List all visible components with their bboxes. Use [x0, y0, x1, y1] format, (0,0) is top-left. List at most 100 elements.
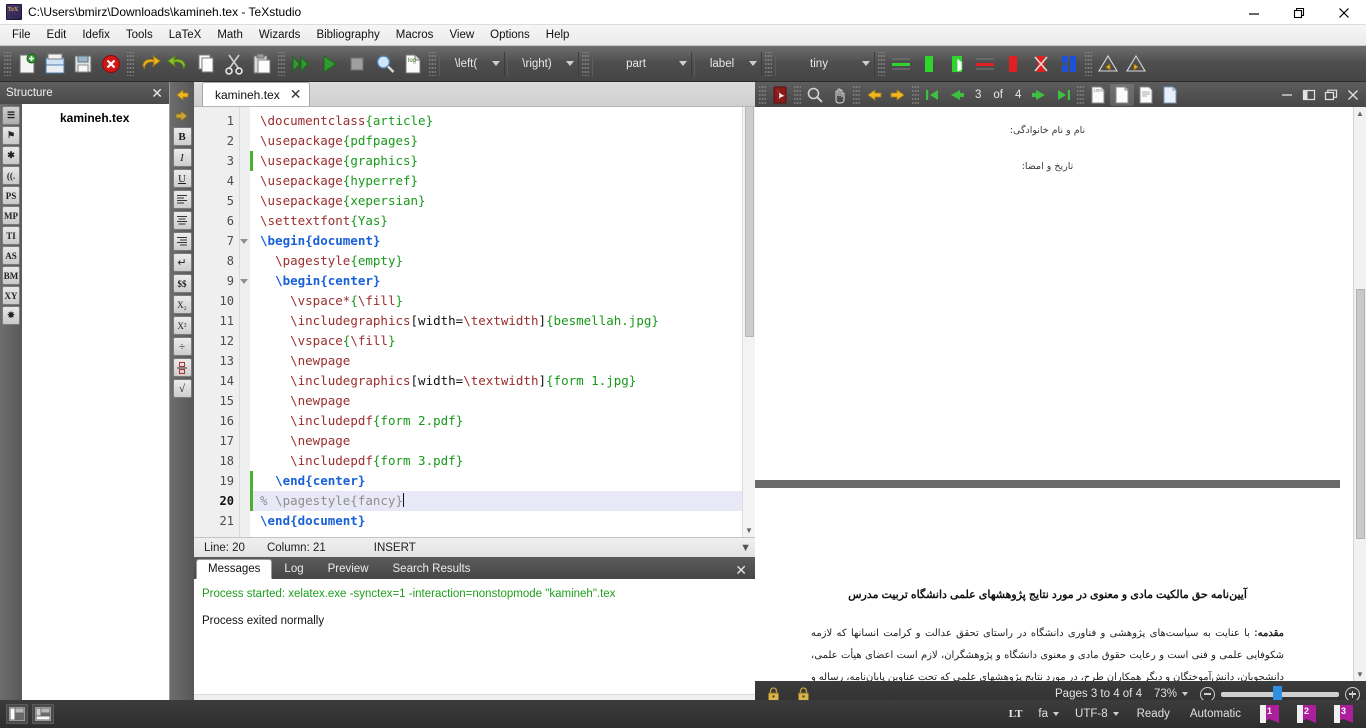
menu-file[interactable]: File: [4, 26, 39, 45]
minimize-button[interactable]: [1231, 0, 1276, 25]
preview-icon[interactable]: [371, 49, 399, 79]
messages-output[interactable]: Process started: xelatex.exe -synctex=1 …: [194, 579, 755, 707]
last-page-icon[interactable]: [1051, 84, 1075, 106]
fold-toggle-icon[interactable]: [240, 231, 250, 251]
rail-brackets-icon[interactable]: ((.: [2, 166, 20, 185]
scroll-up-arrow[interactable]: ▲: [1356, 107, 1364, 118]
remove-highlight-icon[interactable]: [1027, 49, 1055, 79]
chevron-down-icon[interactable]: ▼: [740, 542, 755, 554]
highlight-red-block-icon[interactable]: [999, 49, 1027, 79]
close-icon[interactable]: ✕: [727, 562, 755, 579]
close-icon[interactable]: ✕: [290, 86, 302, 103]
previous-change-icon[interactable]: [1094, 49, 1122, 79]
paste-icon[interactable]: [248, 49, 276, 79]
highlight-red-line-icon[interactable]: [971, 49, 999, 79]
menu-edit[interactable]: Edit: [39, 26, 75, 45]
menu-help[interactable]: Help: [538, 26, 578, 45]
pdf-logo-icon[interactable]: [768, 84, 792, 106]
fold-toggle-icon[interactable]: [240, 271, 250, 291]
pdf-close-button[interactable]: [1342, 84, 1364, 106]
hand-tool-icon[interactable]: [827, 84, 851, 106]
code-line[interactable]: \vspace*{\fill}: [250, 291, 742, 311]
scroll-thumb[interactable]: [1355, 289, 1365, 539]
code-lines[interactable]: \documentclass{article} \usepackage{pdfpa…: [250, 107, 742, 537]
rail-bookmarks-icon[interactable]: ⚑: [2, 126, 20, 145]
editor-tab-kamineh[interactable]: kamineh.tex ✕: [202, 82, 311, 106]
code-line[interactable]: \documentclass{article}: [250, 111, 742, 131]
scroll-down-arrow[interactable]: ▼: [745, 526, 753, 537]
code-line[interactable]: \vspace{\fill}: [250, 331, 742, 351]
code-line[interactable]: \begin{document}: [250, 231, 742, 251]
code-line[interactable]: \end{document}: [250, 511, 742, 531]
language-combo[interactable]: fa: [1032, 708, 1065, 720]
right-delimiter-combo[interactable]: \right): [507, 51, 579, 76]
single-page-icon[interactable]: [1134, 84, 1158, 106]
rail-ti-icon[interactable]: TI: [2, 226, 20, 245]
pdf-minimize-button[interactable]: [1276, 84, 1298, 106]
menu-macros[interactable]: Macros: [388, 26, 442, 45]
menu-wizards[interactable]: Wizards: [251, 26, 309, 45]
open-document-icon[interactable]: [41, 49, 69, 79]
code-line[interactable]: % \pagestyle{fancy}: [250, 491, 742, 511]
maximize-button[interactable]: [1276, 0, 1321, 25]
align-left-button[interactable]: [172, 190, 192, 209]
rail-structure-icon[interactable]: ☰: [2, 106, 20, 125]
menu-options[interactable]: Options: [482, 26, 538, 45]
underline-button[interactable]: U: [172, 169, 192, 188]
superscript-button[interactable]: X²: [172, 316, 192, 335]
save-document-icon[interactable]: [69, 49, 97, 79]
new-document-icon[interactable]: [13, 49, 41, 79]
log-icon[interactable]: log: [399, 49, 427, 79]
code-line[interactable]: \includepdf{form 2.pdf}: [250, 411, 742, 431]
undo-icon[interactable]: [136, 49, 164, 79]
code-line[interactable]: \end{center}: [250, 471, 742, 491]
menu-bibliography[interactable]: Bibliography: [308, 26, 387, 45]
scroll-down-arrow[interactable]: ▼: [1356, 670, 1364, 681]
fraction-box-button[interactable]: [172, 358, 192, 377]
left-delimiter-combo[interactable]: \left(: [439, 51, 505, 76]
next-page-icon[interactable]: [1027, 84, 1051, 106]
code-line[interactable]: \newpage: [250, 431, 742, 451]
font-size-combo[interactable]: tiny: [775, 51, 875, 76]
code-line[interactable]: \includepdf{form 3.pdf}: [250, 451, 742, 471]
pdf-detach-button[interactable]: [1320, 84, 1342, 106]
run-icon[interactable]: [315, 49, 343, 79]
pdf-current-page[interactable]: 3: [969, 89, 987, 101]
align-right-button[interactable]: [172, 232, 192, 251]
go-forward-icon[interactable]: [886, 84, 910, 106]
magnifier-icon[interactable]: [803, 84, 827, 106]
tab-log[interactable]: Log: [272, 559, 315, 579]
rail-favorites-icon[interactable]: ✸: [2, 306, 20, 325]
rail-xy-icon[interactable]: XY: [2, 286, 20, 305]
highlight-green-line-icon[interactable]: [887, 49, 915, 79]
redo-icon[interactable]: [164, 49, 192, 79]
pdf-page-area[interactable]: نام و نام خانوادگی: تاریخ و امضا: آیین‌ن…: [755, 107, 1366, 681]
first-page-icon[interactable]: [921, 84, 945, 106]
rail-ps-icon[interactable]: PS: [2, 186, 20, 205]
previous-page-icon[interactable]: [945, 84, 969, 106]
code-line[interactable]: \includegraphics[width=\textwidth]{form …: [250, 371, 742, 391]
sqrt-button[interactable]: √: [172, 379, 192, 398]
fit-page-icon[interactable]: [1110, 83, 1135, 106]
pdf-zoom-slider[interactable]: [1221, 685, 1339, 703]
label-combo[interactable]: label: [694, 51, 762, 76]
close-button[interactable]: [1321, 0, 1366, 25]
languagetool-status[interactable]: LT: [1003, 708, 1029, 720]
scroll-thumb[interactable]: [744, 107, 754, 337]
editor-vertical-scrollbar[interactable]: ▲ ▼: [742, 107, 755, 537]
code-line[interactable]: \usepackage{graphics}: [250, 151, 742, 171]
code-line[interactable]: \settextfont{Yas}: [250, 211, 742, 231]
code-line[interactable]: \usepackage{xepersian}: [250, 191, 742, 211]
code-line[interactable]: \begin{center}: [250, 271, 742, 291]
newline-button[interactable]: ↵: [172, 253, 192, 272]
cut-icon[interactable]: [220, 49, 248, 79]
fold-column[interactable]: [240, 107, 250, 537]
bookmark-3-icon[interactable]: 3: [1334, 705, 1353, 723]
bold-button[interactable]: B: [172, 127, 192, 146]
rail-symbols-icon[interactable]: ✱: [2, 146, 20, 165]
tab-search-results[interactable]: Search Results: [381, 559, 483, 579]
close-document-icon[interactable]: [97, 49, 125, 79]
code-line[interactable]: \usepackage{pdfpages}: [250, 131, 742, 151]
toggle-bottom-panel-icon[interactable]: [32, 704, 54, 724]
next-document-icon[interactable]: [173, 106, 192, 125]
